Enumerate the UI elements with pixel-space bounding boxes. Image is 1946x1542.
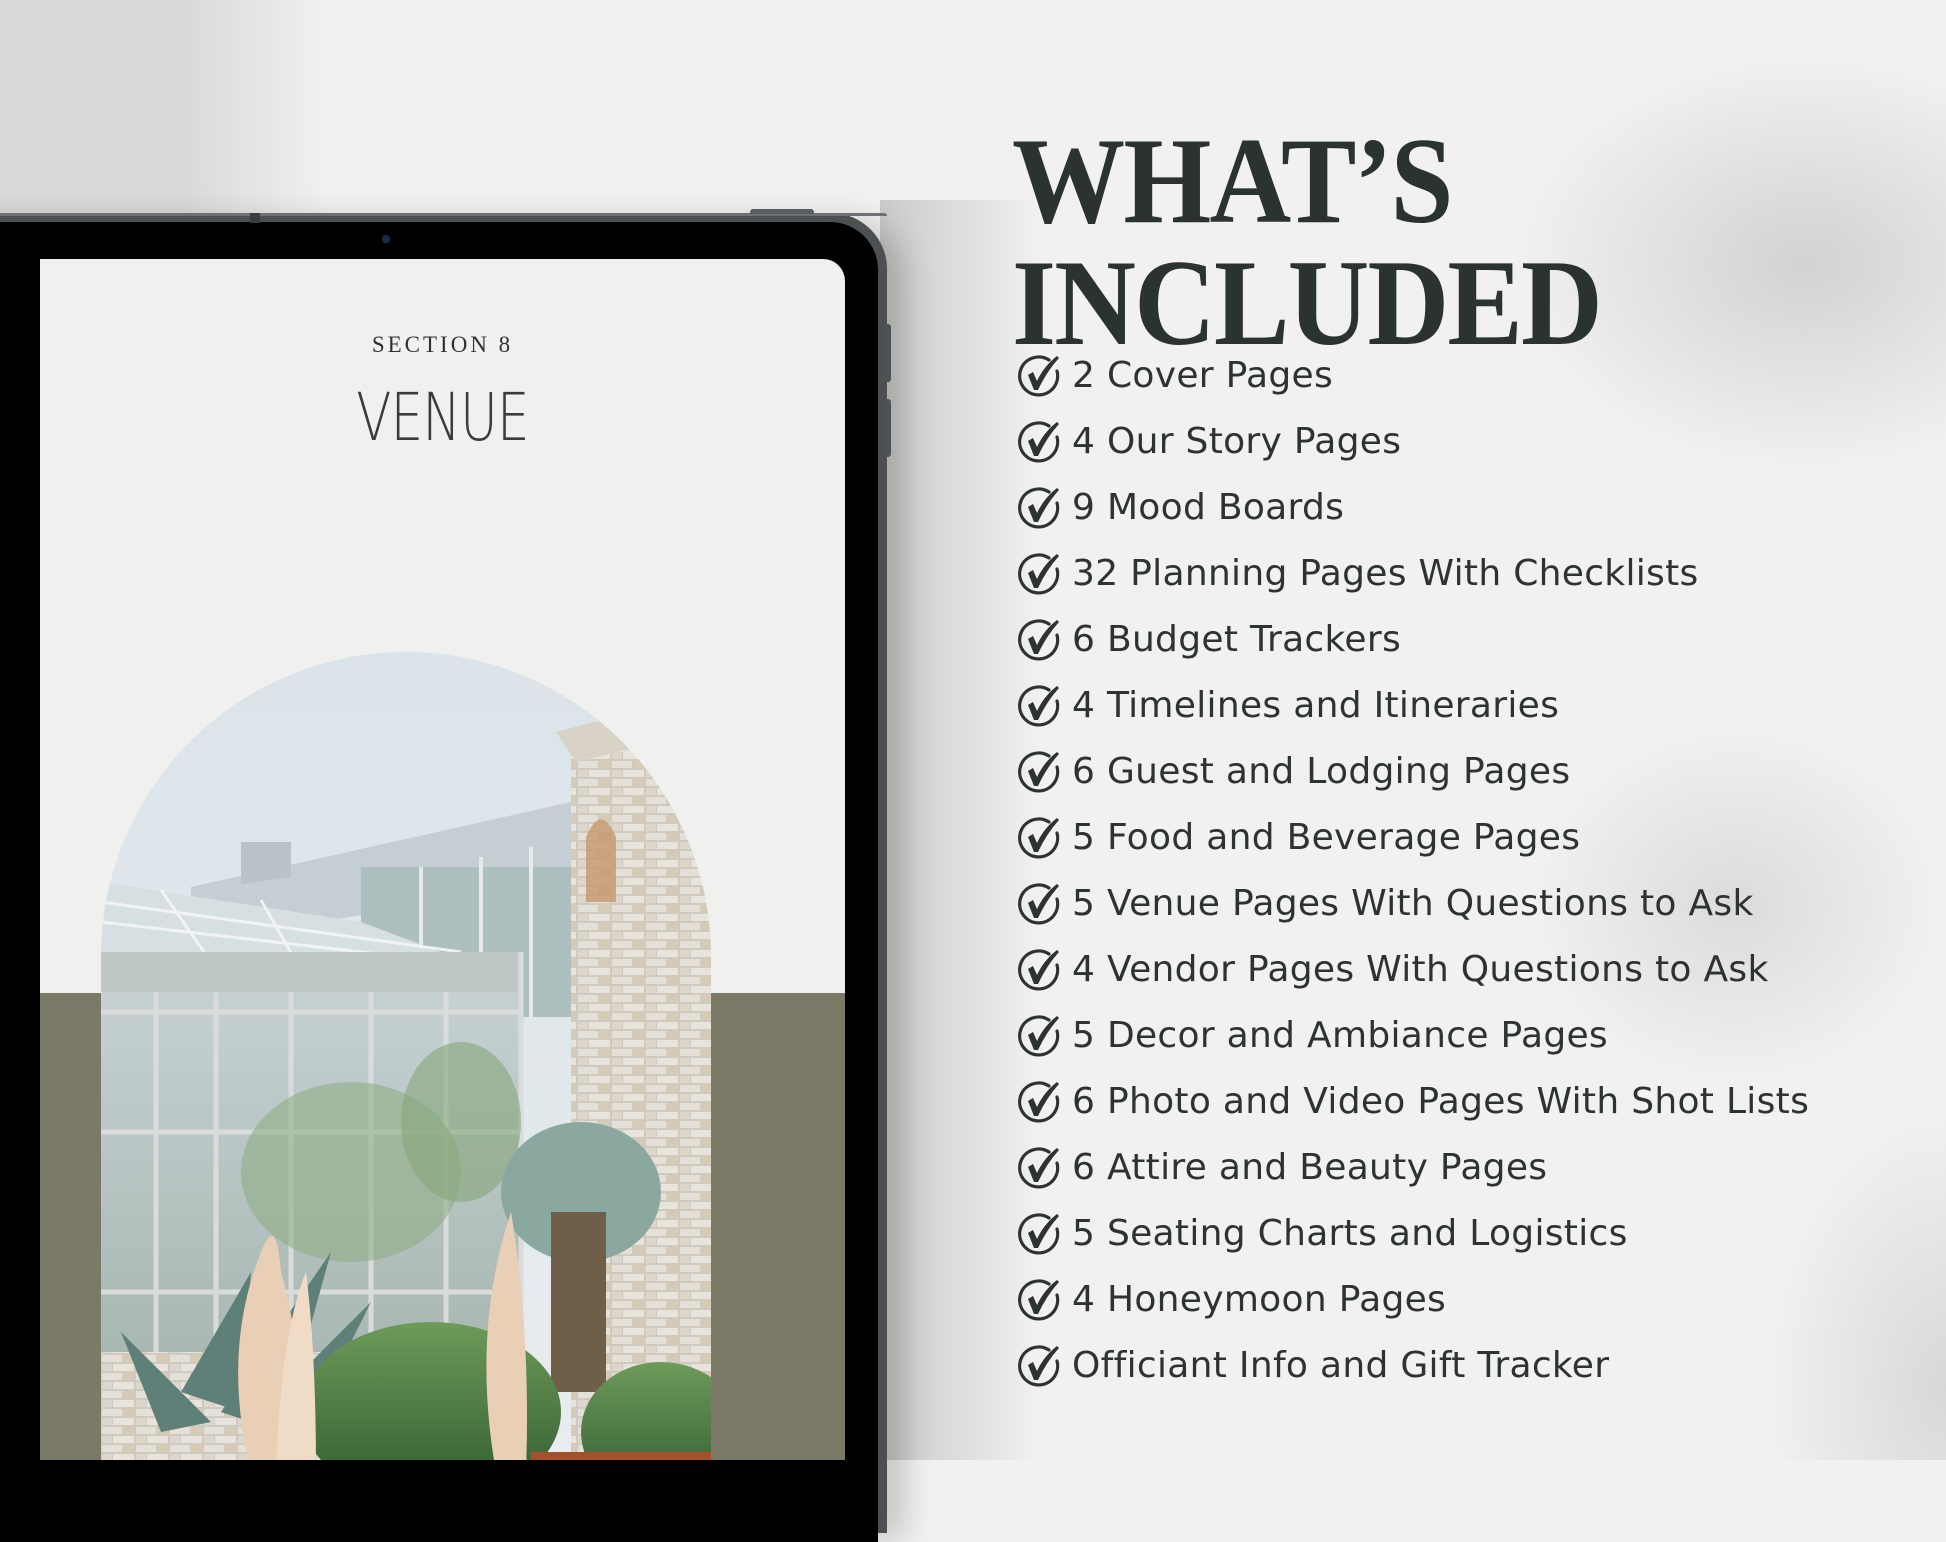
list-item: 5 Decor and Ambiance Pages <box>1016 1002 1809 1068</box>
list-item: 5 Venue Pages With Questions to Ask <box>1016 870 1809 936</box>
background-shadow-left <box>0 0 330 220</box>
list-item: 4 Honeymoon Pages <box>1016 1266 1809 1332</box>
list-item-label: 6 Photo and Video Pages With Shot Lists <box>1072 1080 1810 1122</box>
circle-check-icon <box>1018 949 1060 991</box>
list-item: 5 Seating Charts and Logistics <box>1016 1200 1809 1266</box>
circle-check-icon <box>1018 355 1060 397</box>
tablet-volume-down-button <box>885 399 891 457</box>
list-item-label: 6 Budget Trackers <box>1072 618 1401 660</box>
circle-check-icon <box>1018 1081 1060 1123</box>
tablet-screen: SECTION 8 VENUE <box>40 259 845 1460</box>
list-item: 5 Food and Beverage Pages <box>1016 804 1809 870</box>
list-item-label: 6 Attire and Beauty Pages <box>1072 1146 1548 1188</box>
list-item-label: 9 Mood Boards <box>1072 486 1345 528</box>
tablet-power-button <box>750 209 814 214</box>
heading-line-1: WHAT’S <box>1012 112 1453 250</box>
venue-photo-arch <box>101 652 711 1460</box>
list-item-label: 4 Honeymoon Pages <box>1072 1278 1447 1320</box>
list-item-label: 4 Vendor Pages With Questions to Ask <box>1072 948 1769 990</box>
circle-check-icon <box>1018 817 1060 859</box>
list-item: 4 Timelines and Itineraries <box>1016 672 1809 738</box>
circle-check-icon <box>1018 685 1060 727</box>
circle-check-icon <box>1018 421 1060 463</box>
camera-icon <box>382 235 390 243</box>
list-item: 6 Guest and Lodging Pages <box>1016 738 1809 804</box>
circle-check-icon <box>1018 553 1060 595</box>
list-item-label: 5 Venue Pages With Questions to Ask <box>1072 882 1754 924</box>
list-item: 4 Vendor Pages With Questions to Ask <box>1016 936 1809 1002</box>
section-title: VENUE <box>356 379 529 456</box>
section-label: SECTION 8 <box>371 332 514 357</box>
list-item-label: 5 Decor and Ambiance Pages <box>1072 1014 1608 1056</box>
list-item-label: 5 Food and Beverage Pages <box>1072 816 1581 858</box>
circle-check-icon <box>1018 1213 1060 1255</box>
circle-check-icon <box>1018 1147 1060 1189</box>
tablet-top-notch <box>250 213 260 223</box>
list-item: 4 Our Story Pages <box>1016 408 1809 474</box>
list-item: 9 Mood Boards <box>1016 474 1809 540</box>
circle-check-icon <box>1018 751 1060 793</box>
tablet-volume-up-button <box>885 324 891 382</box>
circle-check-icon <box>1018 1279 1060 1321</box>
list-item: 6 Budget Trackers <box>1016 606 1809 672</box>
circle-check-icon <box>1018 883 1060 925</box>
list-item: Officiant Info and Gift Tracker <box>1016 1332 1809 1398</box>
list-item: 32 Planning Pages With Checklists <box>1016 540 1809 606</box>
list-item-label: 5 Seating Charts and Logistics <box>1072 1212 1628 1254</box>
circle-check-icon <box>1018 1345 1060 1387</box>
list-item: 6 Attire and Beauty Pages <box>1016 1134 1809 1200</box>
circle-check-icon <box>1018 1015 1060 1057</box>
page-heading: WHAT’S INCLUDED <box>1012 119 1603 364</box>
included-items-list: 2 Cover Pages 4 Our Story Pages 9 Mood B… <box>1016 342 1809 1398</box>
venue-photo <box>101 652 711 1460</box>
circle-check-icon <box>1018 619 1060 661</box>
list-item: 2 Cover Pages <box>1016 342 1809 408</box>
list-item-label: 4 Timelines and Itineraries <box>1072 684 1560 726</box>
list-item: 6 Photo and Video Pages With Shot Lists <box>1016 1068 1809 1134</box>
circle-check-icon <box>1018 487 1060 529</box>
list-item-label: 4 Our Story Pages <box>1072 420 1402 462</box>
list-item-label: 6 Guest and Lodging Pages <box>1072 750 1571 792</box>
list-item-label: 2 Cover Pages <box>1072 354 1334 396</box>
list-item-label: Officiant Info and Gift Tracker <box>1072 1344 1610 1386</box>
list-item-label: 32 Planning Pages With Checklists <box>1072 552 1699 594</box>
